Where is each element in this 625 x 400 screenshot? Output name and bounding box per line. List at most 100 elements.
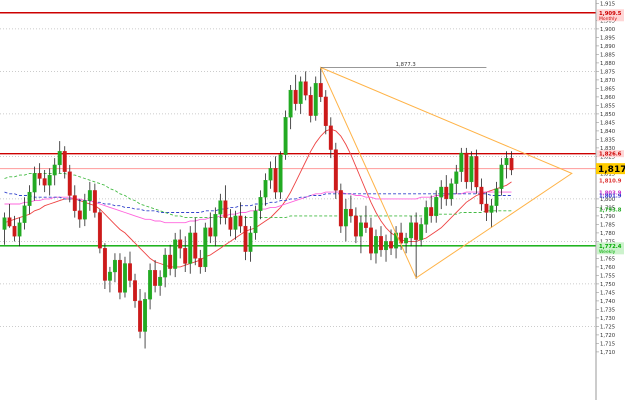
candle-body (203, 227, 208, 268)
candle-body (338, 190, 343, 227)
candle-body (494, 188, 499, 206)
candle-body (77, 210, 82, 220)
candle-body (183, 248, 188, 264)
candle-body (198, 258, 203, 268)
level-label: 1,909.5 (599, 11, 622, 17)
y-tick-label: 1,725 (600, 324, 615, 330)
annotation-label: 1,877.3 (396, 62, 416, 68)
candle-body (213, 214, 218, 237)
candle-body (268, 168, 273, 181)
candle-body (133, 280, 137, 302)
candle-body (328, 125, 333, 150)
candle-body (308, 95, 313, 116)
y-tick-label: 1,780 (600, 231, 616, 237)
indicator-label: 1,810.9 (599, 178, 622, 184)
candle-body (47, 174, 52, 186)
candle-body (454, 171, 459, 184)
candle-body (489, 205, 494, 213)
y-tick-label: 1,860 (600, 95, 616, 101)
candle-body (424, 207, 429, 225)
y-tick-label: 1,895 (600, 35, 615, 41)
price-chart: 1,877.3 1,9151,9051,9001,8951,8901,8851,… (0, 0, 625, 400)
candle-body (7, 217, 12, 227)
candle-body (168, 254, 173, 269)
candle-body (32, 173, 37, 193)
candle-body (384, 241, 388, 251)
candle-body (37, 173, 42, 179)
candle-body (178, 239, 183, 249)
candle-body (318, 83, 323, 98)
candle-body (188, 232, 193, 264)
candle-body (379, 236, 383, 251)
candle-body (107, 271, 112, 281)
candle-body (153, 270, 158, 286)
indicator-label: 1,793.8 (599, 207, 622, 213)
candle-body (67, 171, 72, 196)
candle-body (374, 236, 378, 254)
y-tick-label: 1,855 (600, 103, 615, 109)
y-tick-label: 1,765 (600, 256, 615, 262)
candle-body (27, 191, 32, 206)
candle-body (148, 270, 153, 300)
candle-body (228, 217, 233, 230)
candle-body (97, 212, 102, 249)
candle-body (434, 197, 439, 217)
y-tick-label: 1,745 (600, 290, 615, 296)
candle-body (118, 259, 122, 293)
candle-body (238, 215, 243, 227)
y-tick-label: 1,880 (600, 61, 616, 67)
candle-body (479, 186, 484, 205)
candle-body (143, 299, 148, 332)
candle-body (243, 225, 248, 252)
y-tick-label: 1,915 (600, 1, 615, 7)
candle-body (409, 222, 414, 239)
y-tick-label: 1,760 (600, 265, 616, 271)
candle-body (353, 215, 358, 237)
candle-body (333, 149, 338, 191)
y-tick-label: 1,865 (600, 86, 615, 92)
candle-body (499, 164, 504, 189)
candle-body (87, 190, 92, 201)
candle-body (444, 186, 449, 200)
candle-body (484, 203, 489, 213)
candle-body (123, 263, 127, 293)
y-tick-label: 1,900 (600, 27, 616, 33)
candle-body (464, 152, 469, 183)
y-tick-label: 1,875 (600, 69, 615, 75)
candle-body (439, 186, 444, 198)
candle-body (363, 222, 368, 228)
candle-body (449, 183, 454, 200)
candle-body (469, 156, 474, 183)
level-label: 1,826.6 (599, 152, 622, 158)
y-tick-label: 1,735 (600, 307, 615, 313)
candle-body (293, 89, 298, 104)
candle-body (343, 208, 348, 227)
candle-body (283, 117, 288, 155)
y-tick-label: 1,720 (600, 333, 616, 339)
level-sublabel: Weekly (599, 249, 616, 255)
candle-body (419, 224, 424, 240)
candle-body (323, 96, 328, 126)
candle-body (258, 197, 263, 211)
candle-body (459, 152, 464, 172)
candle-body (248, 232, 253, 252)
candle-body (358, 222, 363, 237)
y-tick-label: 1,870 (600, 78, 616, 84)
candle-body (2, 217, 7, 230)
candle-body (298, 81, 303, 104)
candle-body (278, 154, 283, 193)
candle-body (474, 156, 479, 188)
candle-body (62, 151, 67, 172)
candle-body (102, 248, 107, 281)
candle-body (112, 259, 117, 273)
candle-body (92, 190, 97, 213)
candle-body (273, 168, 278, 193)
y-tick-label: 1,710 (600, 350, 616, 356)
current-price-label: 1,817.8 (598, 165, 625, 175)
candle-body (429, 207, 434, 217)
candle-body (57, 151, 62, 166)
candle-body (208, 227, 213, 237)
y-tick-label: 1,755 (600, 273, 615, 279)
y-tick-label: 1,785 (600, 222, 615, 228)
candle-body (253, 210, 258, 234)
